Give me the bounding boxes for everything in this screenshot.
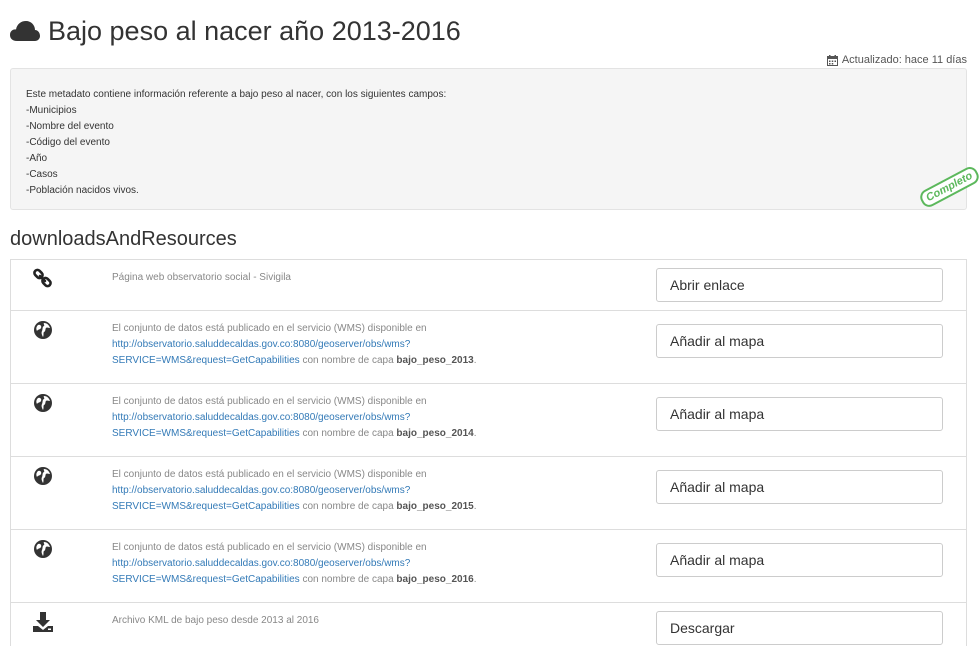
layer-name: bajo_peso_2015 [396, 501, 474, 512]
wms-link-line2: SERVICE=WMS&request=GetCapabilities [112, 574, 300, 585]
add-to-map-button[interactable]: Añadir al mapa [656, 397, 943, 431]
abstract-line: -Municipios [26, 105, 77, 116]
cloud-icon [10, 21, 40, 41]
resource-description: El conjunto de datos está publicado en e… [112, 540, 632, 588]
layer-suffix: . [473, 355, 477, 366]
resource-row: El conjunto de datos está publicado en e… [10, 530, 967, 603]
wms-link-line2: SERVICE=WMS&request=GetCapabilities [112, 501, 300, 512]
resource-description: Página web observatorio social - Sivigil… [112, 272, 291, 283]
resources-list: Página web observatorio social - Sivigil… [10, 259, 967, 646]
globe-icon [34, 321, 52, 339]
layer-prefix: con nombre de capa [299, 501, 397, 512]
resource-row: El conjunto de datos está publicado en e… [10, 311, 967, 384]
resource-row: El conjunto de datos está publicado en e… [10, 457, 967, 530]
layer-prefix: con nombre de capa [299, 355, 397, 366]
layer-suffix: . [473, 501, 477, 512]
layer-suffix: . [473, 574, 477, 585]
open-link-button[interactable]: Abrir enlace [656, 268, 943, 302]
abstract-line: -Nombre del evento [26, 121, 114, 132]
resource-row: Página web observatorio social - Sivigil… [10, 260, 967, 311]
resource-description: El conjunto de datos está publicado en e… [112, 321, 632, 369]
wms-link-line1: http://observatorio.saluddecaldas.gov.co… [112, 412, 411, 423]
layer-name: bajo_peso_2014 [396, 428, 474, 439]
abstract-line: -Código del evento [26, 137, 110, 148]
abstract-line: Este metadato contiene información refer… [26, 89, 447, 100]
description-text: El conjunto de datos está publicado en e… [112, 542, 427, 553]
resource-description: Archivo KML de bajo peso desde 2013 al 2… [112, 615, 319, 626]
resource-row: Archivo KML de bajo peso desde 2013 al 2… [10, 603, 967, 646]
abstract-line: -Población nacidos vivos. [26, 185, 139, 196]
globe-icon [34, 394, 52, 412]
globe-icon [34, 540, 52, 558]
abstract-line: -Año [26, 153, 48, 164]
abstract-box: Este metadato contiene información refer… [10, 68, 967, 210]
updated-text: Actualizado: hace 11 días [841, 54, 967, 66]
calendar-icon [826, 54, 838, 66]
add-to-map-button[interactable]: Añadir al mapa [656, 324, 943, 358]
abstract-line: -Casos [26, 169, 58, 180]
section-title: downloadsAndResources [10, 228, 237, 250]
layer-name: bajo_peso_2016 [396, 574, 474, 585]
download-button[interactable]: Descargar [656, 611, 943, 645]
layer-suffix: . [473, 428, 477, 439]
description-text: El conjunto de datos está publicado en e… [112, 469, 427, 480]
wms-link-line1: http://observatorio.saluddecaldas.gov.co… [112, 485, 411, 496]
page-title: Bajo peso al nacer año 2013-2016 [48, 16, 461, 46]
resource-row: El conjunto de datos está publicado en e… [10, 384, 967, 457]
resource-description: El conjunto de datos está publicado en e… [112, 467, 632, 515]
page: Bajo peso al nacer año 2013-2016 Actuali… [0, 0, 979, 646]
link-icon [33, 268, 52, 288]
add-to-map-button[interactable]: Añadir al mapa [656, 543, 943, 577]
add-to-map-button[interactable]: Añadir al mapa [656, 470, 943, 504]
layer-name: bajo_peso_2013 [396, 355, 474, 366]
resource-description: El conjunto de datos está publicado en e… [112, 394, 632, 442]
wms-link-line1: http://observatorio.saluddecaldas.gov.co… [112, 558, 411, 569]
title-row: Bajo peso al nacer año 2013-2016 [10, 14, 461, 48]
description-text: El conjunto de datos está publicado en e… [112, 396, 427, 407]
updated-label: Actualizado: hace 11 días [826, 54, 967, 66]
wms-link-line1: http://observatorio.saluddecaldas.gov.co… [112, 339, 411, 350]
description-text: El conjunto de datos está publicado en e… [112, 323, 427, 334]
wms-link-line2: SERVICE=WMS&request=GetCapabilities [112, 428, 300, 439]
wms-link-line2: SERVICE=WMS&request=GetCapabilities [112, 355, 300, 366]
layer-prefix: con nombre de capa [299, 428, 397, 439]
download-icon [33, 612, 53, 632]
globe-icon [34, 467, 52, 485]
layer-prefix: con nombre de capa [299, 574, 397, 585]
